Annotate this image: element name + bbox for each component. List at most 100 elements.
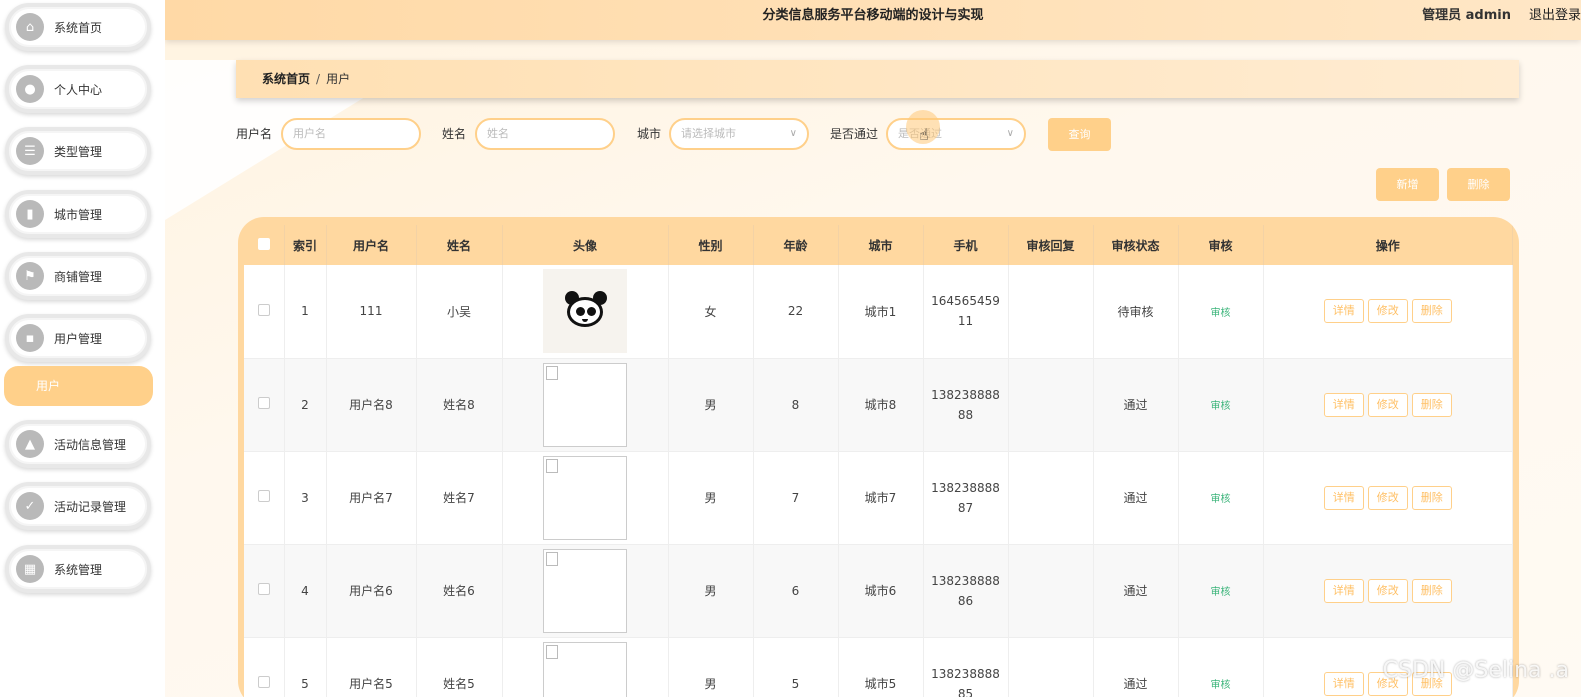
column-header: 头像 (502, 225, 669, 265)
sidebar-subitem-user[interactable]: 用户 (4, 366, 153, 406)
cell-gender: 男 (668, 451, 754, 545)
cell-audit-status: 通过 (1093, 358, 1179, 452)
flag-icon: ⚑ (16, 262, 44, 290)
cell-audit-reply (1008, 451, 1094, 545)
sidebar-item-shops[interactable]: ⚑ 商铺管理 (5, 252, 151, 300)
cell-name: 姓名5 (416, 637, 503, 697)
chevron-down-icon: ∨ (1006, 128, 1014, 139)
city-filter-label: 城市 (637, 127, 662, 141)
cell-operations: 详情 修改 删除 (1263, 358, 1513, 452)
cell-operations: 详情 修改 删除 (1263, 451, 1513, 545)
audit-link[interactable]: 审核 (1211, 587, 1231, 598)
sidebar-item-home[interactable]: ⌂ 系统首页 (5, 3, 151, 51)
cell-audit-status: 通过 (1093, 637, 1179, 697)
row-select-cell[interactable] (244, 265, 285, 359)
row-select-cell[interactable] (244, 637, 285, 697)
edit-button[interactable]: 修改 (1367, 392, 1408, 417)
phone-line-1: 138238888 (931, 573, 1000, 588)
sidebar-item-label: 活动信息管理 (54, 437, 127, 452)
cell-audit-status: 通过 (1093, 544, 1179, 638)
cell-gender: 女 (668, 265, 754, 359)
breadcrumb-current: 用户 (326, 72, 351, 86)
top-bar: 分类信息服务平台移动端的设计与实现 管理员 admin 退出登录 (165, 0, 1581, 40)
detail-button[interactable]: 详情 (1323, 671, 1364, 696)
select-all-cell[interactable] (244, 225, 285, 265)
select-all-checkbox[interactable] (257, 237, 270, 250)
column-header: 姓名 (416, 225, 503, 265)
row-select-cell[interactable] (244, 544, 285, 638)
cell-index: 4 (284, 544, 327, 638)
row-checkbox[interactable] (257, 397, 270, 409)
broken-image-icon (543, 548, 627, 633)
column-header: 性别 (668, 225, 754, 265)
add-button[interactable]: 新增 (1376, 168, 1439, 201)
delete-button[interactable]: 删除 (1411, 578, 1452, 603)
sidebar-item-types[interactable]: ☰ 类型管理 (5, 127, 151, 175)
sidebar: ⌂ 系统首页 ● 个人中心 ☰ 类型管理 ▮ 城市管理 ⚑ 商铺管理 ▪ 用户管… (0, 0, 165, 697)
name-filter-input[interactable]: 姓名 (475, 118, 615, 150)
row-select-cell[interactable] (244, 358, 285, 452)
audit-link[interactable]: 审核 (1211, 680, 1231, 691)
cell-username: 用户名8 (326, 358, 417, 452)
cell-audit: 审核 (1178, 265, 1264, 359)
cell-avatar (502, 265, 669, 359)
row-select-cell[interactable] (244, 451, 285, 545)
logout-link[interactable]: 退出登录 (1529, 0, 1581, 32)
sidebar-item-label: 商铺管理 (54, 269, 103, 284)
cell-name: 小吴 (416, 265, 503, 359)
audit-link[interactable]: 审核 (1211, 308, 1231, 319)
cell-avatar (502, 637, 669, 697)
delete-button[interactable]: 删除 (1411, 392, 1452, 417)
delete-button[interactable]: 删除 (1411, 299, 1452, 324)
sidebar-item-users[interactable]: ▪ 用户管理 (5, 314, 151, 362)
detail-button[interactable]: 详情 (1323, 485, 1364, 510)
sidebar-item-profile[interactable]: ● 个人中心 (5, 65, 151, 113)
city-select[interactable]: 请选择城市 ∨ (669, 118, 809, 150)
phone-line-2: 88 (957, 407, 974, 422)
delete-button[interactable]: 删除 (1411, 485, 1452, 510)
search-button[interactable]: 查询 (1048, 118, 1111, 151)
cell-city: 城市6 (838, 544, 924, 638)
phone-line-2: 86 (957, 593, 974, 608)
app-title: 分类信息服务平台移动端的设计与实现 (762, 8, 984, 23)
sidebar-item-activity-info[interactable]: ▲ 活动信息管理 (5, 420, 151, 468)
cell-gender: 男 (668, 544, 754, 638)
breadcrumb-home[interactable]: 系统首页 (262, 72, 310, 86)
detail-button[interactable]: 详情 (1323, 578, 1364, 603)
cell-audit: 审核 (1178, 358, 1264, 452)
hand-cursor-icon: ☝ (919, 125, 929, 144)
row-checkbox[interactable] (257, 583, 270, 595)
cell-audit-reply (1008, 265, 1094, 359)
edit-button[interactable]: 修改 (1367, 299, 1408, 324)
sidebar-item-activity-records[interactable]: ✓ 活动记录管理 (5, 482, 151, 530)
column-header: 用户名 (326, 225, 417, 265)
row-checkbox[interactable] (257, 490, 270, 502)
cell-index: 1 (284, 265, 327, 359)
username-filter-input[interactable]: 用户名 (281, 118, 421, 150)
row-checkbox[interactable] (257, 303, 270, 316)
edit-button[interactable]: 修改 (1367, 485, 1408, 510)
detail-button[interactable]: 详情 (1323, 392, 1364, 417)
audit-link[interactable]: 审核 (1211, 494, 1231, 505)
detail-button[interactable]: 详情 (1323, 299, 1364, 324)
column-header: 审核 (1178, 225, 1264, 265)
cell-audit: 审核 (1178, 544, 1264, 638)
column-header: 城市 (838, 225, 924, 265)
bulk-delete-button[interactable]: 删除 (1447, 168, 1510, 201)
username-filter-label: 用户名 (236, 127, 273, 141)
cell-operations: 详情 修改 删除 (1263, 265, 1513, 359)
home-icon: ⌂ (16, 13, 44, 41)
phone-line-1: 138238888 (931, 666, 1000, 681)
edit-button[interactable]: 修改 (1367, 578, 1408, 603)
cell-username: 111 (326, 265, 417, 359)
column-header: 审核状态 (1093, 225, 1179, 265)
row-checkbox[interactable] (257, 676, 270, 688)
watermark: CSDN @Selina .a (1382, 658, 1569, 683)
audit-link[interactable]: 审核 (1211, 401, 1231, 412)
cell-operations: 详情 修改 删除 (1263, 544, 1513, 638)
chevron-down-icon: ∨ (789, 128, 797, 139)
user-table-container: 索引 用户名 姓名 头像 性别 年龄 城市 手机 审核回复 审核状态 审核 操作… (238, 217, 1519, 697)
sidebar-item-cities[interactable]: ▮ 城市管理 (5, 190, 151, 238)
cell-age: 22 (753, 265, 839, 359)
sidebar-item-system[interactable]: ▦ 系统管理 (5, 545, 151, 593)
